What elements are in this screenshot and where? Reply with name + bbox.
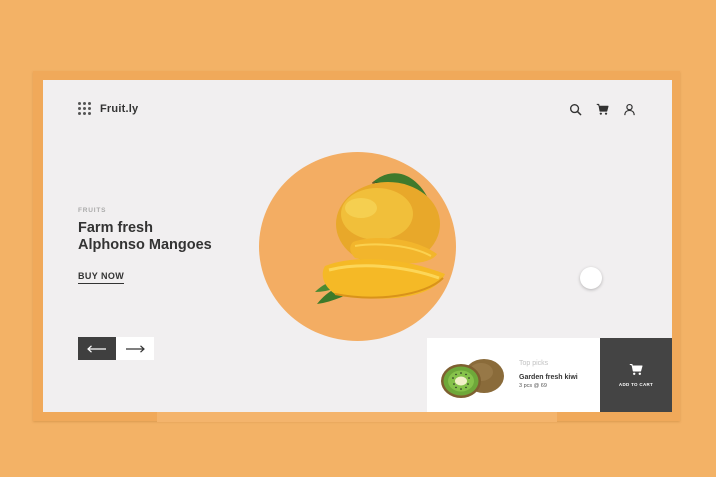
header-actions [569, 103, 636, 116]
add-to-cart-label: ADD TO CART [618, 382, 654, 387]
mango-image [315, 173, 445, 304]
search-icon[interactable] [569, 103, 582, 116]
hero-title: Farm fresh Alphonso Mangoes [78, 220, 212, 254]
hero-title-line-2: Alphonso Mangoes [78, 237, 212, 253]
add-to-cart-button[interactable]: ADD TO CART [600, 338, 672, 412]
category-label: FRUITS [78, 207, 107, 214]
user-icon[interactable] [623, 103, 636, 116]
arrow-right-icon [126, 344, 145, 353]
hero-title-line-1: Farm fresh [78, 220, 153, 236]
cart-icon[interactable] [596, 103, 609, 116]
menu-grid-icon[interactable] [78, 102, 91, 115]
slide-indicator-dot[interactable] [580, 267, 602, 289]
product-price: 3 pcs @ 69 [519, 383, 547, 389]
prev-slide-button[interactable] [78, 337, 116, 360]
arrow-left-icon [87, 344, 106, 353]
kiwi-image [441, 359, 504, 398]
logo[interactable]: Fruit.ly [78, 102, 138, 115]
carousel-controls [78, 337, 154, 360]
top-pick-card[interactable]: Top picks Garden fresh kiwi 3 pcs @ 69 [427, 338, 600, 412]
brand-name: Fruit.ly [100, 102, 139, 115]
cart-icon [629, 364, 643, 375]
product-name: Garden fresh kiwi [519, 374, 578, 381]
hero-card: Fruit.ly FRUITS Farm fresh Alphonso Mang… [43, 80, 672, 412]
next-slide-button[interactable] [116, 337, 154, 360]
top-picks-label: Top picks [519, 360, 549, 367]
buy-now-link[interactable]: BUY NOW [78, 271, 125, 284]
